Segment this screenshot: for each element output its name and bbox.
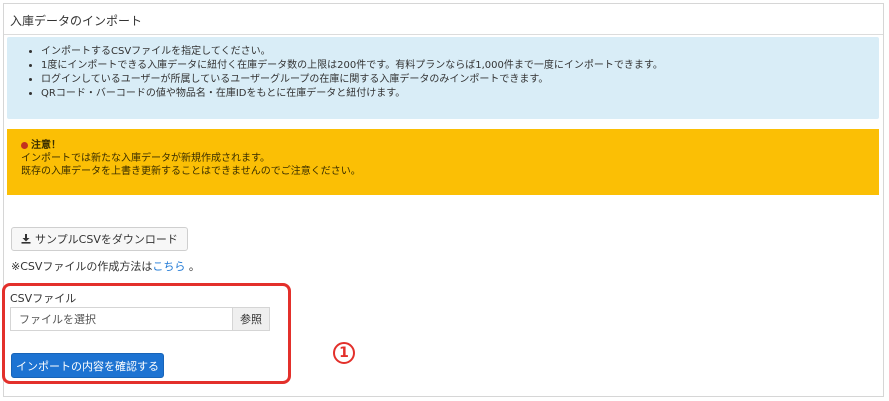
info-item: ログインしているユーザーが所属しているユーザーグループの在庫に関する入庫データの… [41, 73, 879, 87]
info-item: 1度にインポートできる入庫データに紐付く在庫データ数の上限は200件です。有料プ… [41, 59, 879, 73]
info-list: インポートするCSVファイルを指定してください。 1度にインポートできる入庫デー… [27, 45, 879, 101]
warning-box: 注意！ インポートでは新たな入庫データが新規作成されます。 既存の入庫データを上… [7, 129, 879, 195]
download-sample-button[interactable]: サンプルCSVをダウンロード [11, 227, 188, 251]
title-divider [4, 34, 883, 35]
browse-button[interactable]: 参照 [232, 307, 270, 331]
download-icon [21, 234, 31, 244]
page-title: 入庫データのインポート [10, 14, 143, 28]
warning-heading: 注意！ [31, 140, 61, 151]
info-item: QRコード・バーコードの値や物品名・在庫IDをもとに在庫データと紐付けます。 [41, 87, 879, 101]
csv-help-note: ※CSVファイルの作成方法はこちら 。 [11, 260, 200, 273]
warning-heading-row: 注意！ [21, 139, 879, 152]
confirm-import-button[interactable]: インポートの内容を確認する [11, 353, 164, 378]
warning-icon [21, 142, 28, 149]
csv-file-label: CSVファイル [10, 292, 77, 305]
warning-line: 既存の入庫データを上書き更新することはできませんのでご注意ください。 [21, 166, 361, 177]
info-item: インポートするCSVファイルを指定してください。 [41, 45, 879, 59]
csv-help-link[interactable]: こちら [152, 260, 185, 273]
warning-line: インポートでは新たな入庫データが新規作成されます。 [21, 153, 270, 164]
file-select-input[interactable]: ファイルを選択 [10, 307, 232, 331]
info-box: インポートするCSVファイルを指定してください。 1度にインポートできる入庫デー… [7, 37, 879, 119]
step-number-badge: 1 [333, 342, 355, 364]
download-label: サンプルCSVをダウンロード [35, 233, 178, 246]
